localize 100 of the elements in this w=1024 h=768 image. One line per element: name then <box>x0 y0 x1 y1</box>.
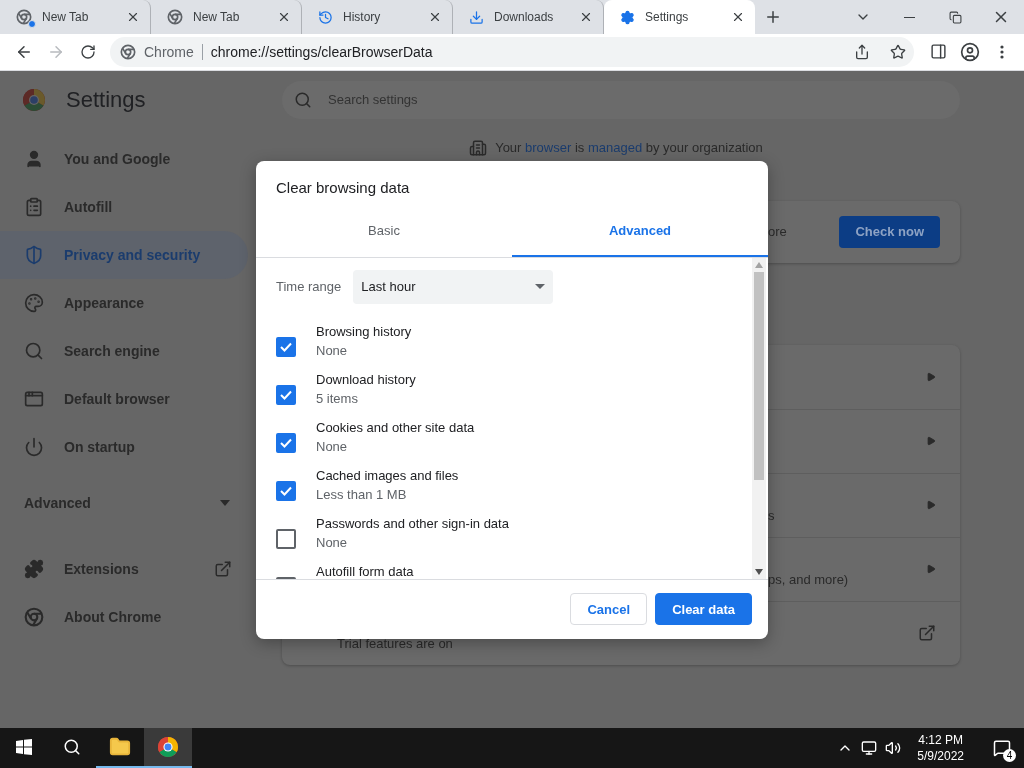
dialog-title: Clear browsing data <box>275 177 411 198</box>
cancel-button[interactable]: Cancel <box>570 593 648 626</box>
time-range-select[interactable]: Last hour <box>353 269 554 304</box>
row-text: ps, and more) <box>768 571 849 587</box>
palette-icon <box>24 292 44 313</box>
sidebar-item[interactable]: Default browser <box>0 374 248 423</box>
item-label: Autofill form data <box>316 563 414 579</box>
search-field[interactable]: Search settings <box>282 80 960 119</box>
item-detail: None <box>316 342 349 358</box>
power-icon <box>24 436 44 457</box>
item-label: Cached images and files <box>316 467 459 483</box>
settings-title: Settings <box>66 86 146 113</box>
row-text: Trial features are on <box>337 635 453 651</box>
clock[interactable]: 4:12 PM 5/9/2022 <box>909 732 972 764</box>
person-icon <box>24 148 44 169</box>
address-bar[interactable]: Chrome chrome://settings/clearBrowserData <box>110 36 914 67</box>
sidebar-link[interactable]: Extensions <box>0 544 256 593</box>
clear-data-button[interactable]: Clear data <box>655 593 752 626</box>
bookmark-star-button[interactable] <box>890 43 906 60</box>
close-icon <box>277 10 291 24</box>
arrow-icon <box>926 500 936 511</box>
caret-icon <box>220 499 230 506</box>
item-label: Browsing history <box>316 323 412 339</box>
plus-icon <box>764 8 782 26</box>
star-icon <box>890 43 906 60</box>
minimize-icon <box>903 16 915 18</box>
card-text: ore <box>768 224 787 240</box>
building-icon <box>469 138 488 157</box>
sidebar-item[interactable]: Search engine <box>0 326 248 375</box>
item-detail: 5 items <box>316 390 359 406</box>
external-link-icon <box>918 624 936 643</box>
time-range-label: Time range <box>276 279 342 295</box>
history-icon <box>318 9 333 25</box>
network-icon[interactable] <box>861 740 878 756</box>
settings-icon <box>620 9 635 25</box>
search-icon <box>24 340 44 361</box>
item-label: Download history <box>316 371 416 387</box>
sidebar-item[interactable]: Appearance <box>0 278 248 327</box>
restore-icon <box>948 10 962 24</box>
checkbox[interactable] <box>276 480 296 501</box>
caret-icon <box>535 284 546 290</box>
checkmark-icon <box>280 437 292 448</box>
folder-icon <box>109 736 131 758</box>
item-label: Cookies and other site data <box>316 419 475 435</box>
arrow-icon <box>926 436 936 447</box>
dialog-tab[interactable]: Basic <box>256 214 512 257</box>
chrome-icon <box>24 606 44 627</box>
close-icon <box>428 10 442 24</box>
share-button[interactable] <box>854 43 870 60</box>
managed-notice: Your browser is managed by your organization <box>495 140 763 156</box>
close-icon <box>579 10 593 24</box>
clipboard-icon <box>24 196 44 217</box>
checkmark-icon <box>280 341 292 352</box>
checkmark-icon <box>280 485 292 496</box>
close-tab-button[interactable] <box>277 10 291 24</box>
sidebar-item[interactable]: Autofill <box>0 182 248 231</box>
check-now-button[interactable]: Check now <box>839 215 940 248</box>
dialog-tab[interactable]: Advanced <box>512 214 768 257</box>
chrome-icon <box>120 43 136 60</box>
row-text: s <box>768 507 775 523</box>
close-tab-button[interactable] <box>579 10 593 24</box>
arrow-icon <box>926 371 936 382</box>
volume-icon[interactable] <box>885 740 902 756</box>
shield-icon <box>24 244 44 265</box>
notifications-icon <box>993 739 1011 757</box>
menu-icon <box>1000 44 1004 59</box>
scroll-down-arrow-icon[interactable] <box>755 568 763 575</box>
close-tab-button[interactable] <box>126 10 140 24</box>
share-icon <box>854 43 870 60</box>
item-detail: None <box>316 534 349 550</box>
download-icon <box>469 9 484 25</box>
windows-logo-icon <box>16 739 32 755</box>
side-panel-icon <box>929 43 947 61</box>
search-icon <box>294 90 312 109</box>
profile-icon <box>960 41 980 62</box>
item-detail: Less than 1 MB <box>316 486 408 502</box>
reload-icon <box>80 43 96 60</box>
puzzle-icon <box>24 558 44 579</box>
browser-tab[interactable]: Settings <box>604 0 755 34</box>
sidebar-link[interactable]: About Chrome <box>0 592 256 641</box>
chrome-logo-icon <box>157 736 179 758</box>
checkbox[interactable] <box>276 384 296 405</box>
scrollbar[interactable] <box>752 257 766 579</box>
checkbox[interactable] <box>276 528 296 549</box>
close-tab-button[interactable] <box>731 10 745 24</box>
taskbar-app[interactable] <box>144 728 192 768</box>
sidebar-item[interactable]: You and Google <box>0 134 248 183</box>
close-tab-button[interactable] <box>428 10 442 24</box>
close-icon <box>731 10 745 24</box>
advanced-section-toggle[interactable]: Advanced <box>0 478 256 527</box>
item-label: Passwords and other sign-in data <box>316 515 509 531</box>
chrome-logo-icon <box>22 87 46 112</box>
sidebar-item[interactable]: On startup <box>0 422 248 471</box>
item-detail: None <box>316 438 349 454</box>
search-icon <box>63 738 81 756</box>
notifications-button[interactable]: 4 <box>980 728 1024 768</box>
close-icon <box>126 10 140 24</box>
checkbox[interactable] <box>276 432 296 453</box>
checkmark-icon <box>280 389 292 400</box>
checkbox[interactable] <box>276 336 296 357</box>
